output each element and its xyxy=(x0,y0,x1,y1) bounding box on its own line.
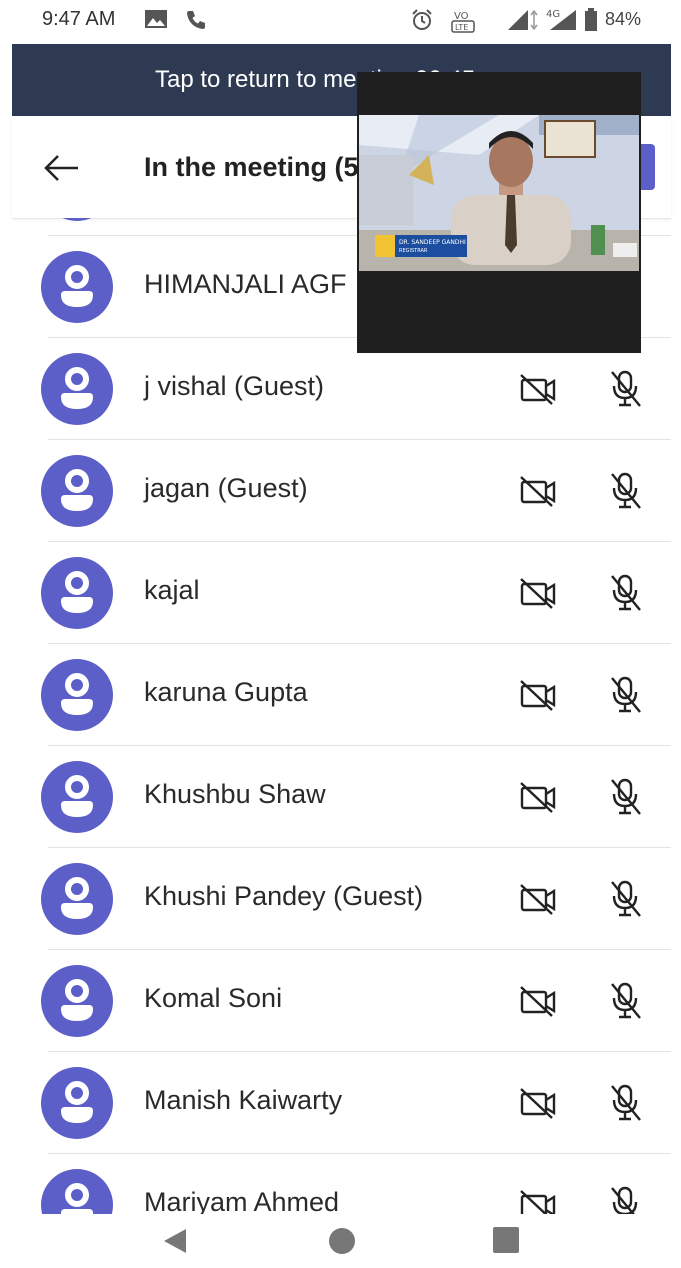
video-off-icon xyxy=(518,984,558,1023)
participant-name: Khushi Pandey (Guest) xyxy=(144,881,424,911)
participant-name: j vishal (Guest) xyxy=(144,371,325,401)
4g-signal-icon: 4G xyxy=(546,8,580,37)
participant-row[interactable]: karuna Gupta xyxy=(0,644,681,746)
participant-row[interactable]: Komal Soni xyxy=(0,950,681,1052)
video-feed: DR. SANDEEP GANDHI REGISTRAR xyxy=(359,115,639,271)
avatar xyxy=(41,965,113,1037)
participant-row[interactable]: Khushi Pandey (Guest) xyxy=(0,848,681,950)
participant-name: jagan (Guest) xyxy=(144,473,308,503)
status-time: 9:47 AM xyxy=(42,8,116,30)
video-off-icon xyxy=(518,882,558,921)
avatar xyxy=(41,455,113,527)
participant-list[interactable]: HIMANJALI AGF j vishal (Guest) jagan (Gues… xyxy=(0,218,681,1214)
participant-row[interactable]: jagan (Guest) xyxy=(0,440,681,542)
participant-row[interactable]: kajal xyxy=(0,542,681,644)
svg-text:LTE: LTE xyxy=(455,23,468,32)
avatar xyxy=(41,218,113,221)
participant-row[interactable]: j vishal (Guest) xyxy=(0,338,681,440)
video-off-icon xyxy=(518,474,558,513)
alarm-icon xyxy=(410,8,434,37)
navigation-bar xyxy=(0,1214,681,1268)
signal-icon xyxy=(506,8,542,37)
avatar xyxy=(41,761,113,833)
battery-percent: 84% xyxy=(604,9,641,29)
mic-off-icon xyxy=(606,1082,646,1129)
video-off-icon xyxy=(518,1188,558,1214)
mic-off-icon xyxy=(606,674,646,721)
video-off-icon xyxy=(518,780,558,819)
participant-name: Komal Soni xyxy=(144,983,283,1013)
mic-off-icon xyxy=(606,572,646,619)
avatar xyxy=(41,1169,113,1214)
mic-off-icon xyxy=(606,878,646,925)
back-arrow-icon[interactable] xyxy=(42,148,82,188)
image-icon xyxy=(144,8,168,35)
status-bar: 9:47 AM VO LTE 4G 84% xyxy=(0,0,681,42)
lower-third-role: REGISTRAR xyxy=(399,248,428,254)
mic-off-icon xyxy=(606,470,646,517)
svg-text:4G: 4G xyxy=(546,9,560,20)
participant-name: Manish Kaiwarty xyxy=(144,1085,343,1115)
recents-nav-icon[interactable] xyxy=(492,1226,520,1259)
avatar xyxy=(41,1067,113,1139)
mic-off-icon xyxy=(606,1184,646,1214)
video-off-icon xyxy=(518,678,558,717)
page-title: In the meeting (5 xyxy=(144,152,359,182)
battery-icon xyxy=(584,8,598,37)
back-nav-icon[interactable] xyxy=(160,1226,190,1261)
mic-off-icon xyxy=(606,776,646,823)
avatar xyxy=(41,557,113,629)
phone-icon xyxy=(184,8,208,37)
avatar xyxy=(41,863,113,935)
volte-icon: VO LTE xyxy=(450,8,478,39)
participant-name: karuna Gupta xyxy=(144,677,308,707)
mic-off-icon xyxy=(606,368,646,415)
avatar xyxy=(41,251,113,323)
participant-row[interactable]: Khushbu Shaw xyxy=(0,746,681,848)
participant-row[interactable]: Mariyam Ahmed xyxy=(0,1154,681,1214)
video-off-icon xyxy=(518,372,558,411)
video-off-icon xyxy=(518,576,558,615)
mic-off-icon xyxy=(606,980,646,1027)
home-nav-icon[interactable] xyxy=(327,1226,357,1261)
avatar xyxy=(41,659,113,731)
video-off-icon xyxy=(518,1086,558,1125)
pip-video-window[interactable]: DR. SANDEEP GANDHI REGISTRAR xyxy=(357,72,641,353)
participant-name: Khushbu Shaw xyxy=(144,779,326,809)
participant-name: HIMANJALI AGF xyxy=(144,269,347,299)
participant-row[interactable]: Manish Kaiwarty xyxy=(0,1052,681,1154)
avatar xyxy=(41,353,113,425)
participant-name: Mariyam Ahmed xyxy=(144,1187,340,1214)
participant-name: kajal xyxy=(144,575,200,605)
lower-third-name: DR. SANDEEP GANDHI xyxy=(399,239,466,246)
